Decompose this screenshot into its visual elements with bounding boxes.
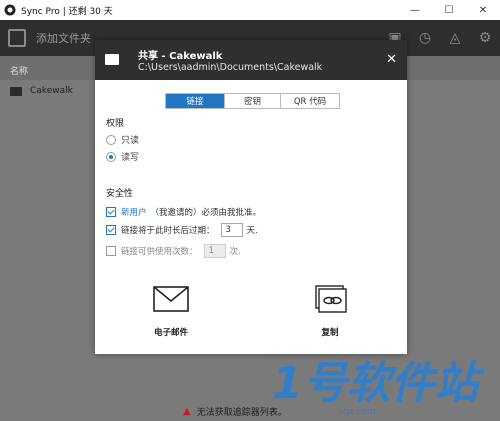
- copy-link-icon: [315, 285, 347, 313]
- uses-unit: 次.: [229, 247, 241, 257]
- watermark-brand: 1号软件站: [272, 358, 486, 409]
- tab-key[interactable]: 密钥: [224, 94, 280, 108]
- share-dialog: 共享 - Cakewalk C:\Users\aadmin\Documents\…: [95, 40, 407, 354]
- copy-label: 复制: [321, 328, 339, 338]
- checkbox[interactable]: [106, 207, 116, 217]
- uses-count-input[interactable]: 1: [203, 244, 226, 258]
- approve-text: （我邀请的）必须由我批准。: [150, 208, 262, 218]
- add-folder-label: 添加文件夹: [36, 32, 91, 45]
- expire-unit: 天.: [246, 226, 258, 236]
- dialog-header: 共享 - Cakewalk C:\Users\aadmin\Documents\…: [95, 40, 407, 80]
- checkbox[interactable]: [106, 246, 116, 256]
- expire-days-input[interactable]: 3: [220, 223, 243, 237]
- security-title: 安全性: [106, 189, 134, 199]
- checkbox[interactable]: [106, 225, 116, 235]
- tab-link[interactable]: 链接: [166, 94, 224, 108]
- copy-link-button[interactable]: 复制: [300, 285, 360, 338]
- gear-icon[interactable]: ⚙: [470, 20, 500, 56]
- radio-read-write[interactable]: 读写: [106, 150, 139, 163]
- watermark-logo: 1号软件站 srjz.com: [272, 358, 486, 417]
- warning-icon: ▲: [183, 406, 191, 417]
- close-window-button[interactable]: ✕: [466, 0, 500, 20]
- email-share-button[interactable]: 电子邮件: [141, 285, 201, 338]
- folder-icon: [105, 54, 119, 65]
- add-folder-button[interactable]: 添加文件夹: [8, 29, 91, 47]
- history-icon[interactable]: ◷: [410, 20, 440, 56]
- radio-read-only[interactable]: 只读: [106, 133, 139, 146]
- minimize-button[interactable]: —: [398, 0, 432, 20]
- folder-name: Cakewalk: [30, 86, 73, 96]
- folder-icon: [10, 86, 22, 96]
- radio-button[interactable]: [106, 134, 116, 145]
- new-users-link[interactable]: 新用户: [121, 206, 147, 218]
- window-titlebar: Sync Pro | 还剩 30 天 — ☐ ✕: [0, 0, 500, 20]
- sync-app-icon: [4, 4, 16, 16]
- notification-icon[interactable]: ◬: [440, 20, 470, 56]
- uses-label: 链接可供使用次数：: [121, 247, 198, 257]
- maximize-button[interactable]: ☐: [432, 0, 466, 20]
- watermark-domain: srjz.com: [338, 407, 376, 417]
- name-column-header[interactable]: 名称: [10, 64, 28, 77]
- list-item[interactable]: Cakewalk: [10, 86, 73, 96]
- permissions-title: 权限: [106, 119, 125, 129]
- dialog-title: 共享 - Cakewalk: [138, 51, 223, 62]
- expire-label: 链接将于此时长后过期：: [121, 226, 215, 236]
- link-expire-checkbox[interactable]: 链接将于此时长后过期： 3 天.: [106, 223, 258, 237]
- window-title: Sync Pro | 还剩 30 天: [21, 6, 113, 17]
- dialog-path: C:\Users\aadmin\Documents\Cakewalk: [138, 62, 323, 73]
- link-uses-checkbox[interactable]: 链接可供使用次数： 1 次.: [106, 244, 241, 258]
- radio-label: 读写: [121, 153, 140, 163]
- radio-button[interactable]: [106, 151, 116, 162]
- close-icon[interactable]: ✕: [386, 52, 397, 67]
- add-folder-icon: [8, 29, 26, 47]
- radio-label: 只读: [121, 136, 140, 146]
- envelope-icon: [153, 286, 189, 312]
- email-label: 电子邮件: [153, 328, 188, 338]
- share-tabs: 链接 密钥 QR 代码: [165, 93, 340, 109]
- approve-new-users-checkbox[interactable]: 新用户 （我邀请的）必须由我批准。: [106, 206, 261, 218]
- tab-qr-code[interactable]: QR 代码: [280, 94, 339, 108]
